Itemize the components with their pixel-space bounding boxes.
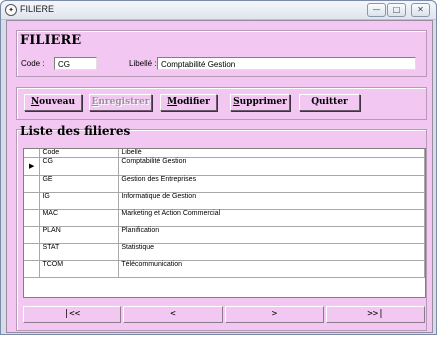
title-bar[interactable]: ✦ FILIERE — □ ✕ [1, 1, 436, 20]
table-header-row: Code Libellé [24, 149, 425, 158]
row-indicator [24, 260, 41, 278]
cell-code[interactable]: CG [39, 157, 120, 176]
quitter-button[interactable]: Quitter [299, 94, 360, 111]
cell-libelle[interactable]: Comptabilité Gestion [118, 157, 425, 176]
table-row[interactable]: IG Informatique de Gestion [24, 192, 425, 210]
cell-libelle[interactable]: Gestion des Entreprises [118, 175, 425, 193]
row-indicator [24, 192, 41, 210]
cell-code[interactable]: IG [39, 192, 120, 210]
filieres-table: Code Libellé ▶ CG Comptabilité Gestion G… [24, 149, 425, 278]
modifier-button[interactable]: Modifier [160, 94, 217, 111]
column-header-code[interactable]: Code [39, 149, 120, 158]
cell-libelle[interactable]: Planification [118, 226, 425, 244]
table-row[interactable]: PLAN Planification [24, 226, 425, 244]
list-heading: Liste des filieres [20, 124, 131, 138]
app-window: ✦ FILIERE — □ ✕ FILIERE Code : CG Libell… [0, 0, 437, 335]
row-indicator [24, 226, 41, 244]
cell-code[interactable]: STAT [39, 243, 120, 261]
minimize-button[interactable]: — [367, 3, 386, 17]
nouveau-button[interactable]: Nouveau [24, 94, 82, 111]
app-icon[interactable]: ✦ [5, 4, 17, 16]
code-field[interactable]: CG [54, 57, 97, 70]
table-row[interactable]: GE Gestion des Entreprises [24, 175, 425, 193]
table-row[interactable]: MAC Marketing et Action Commercial [24, 209, 425, 227]
last-record-button[interactable]: >>| [326, 306, 425, 323]
libelle-field[interactable]: Comptabilité Gestion [157, 57, 416, 70]
supprimer-button[interactable]: Supprimer [230, 94, 290, 111]
next-record-button[interactable]: > [225, 306, 324, 323]
column-header-libelle[interactable]: Libellé [118, 149, 425, 158]
filieres-grid[interactable]: Code Libellé ▶ CG Comptabilité Gestion G… [23, 148, 426, 298]
table-row[interactable]: TCOM Télécommunication [24, 260, 425, 278]
filiere-heading: FILIERE [20, 33, 82, 48]
maximize-button[interactable]: □ [387, 3, 406, 17]
cell-libelle[interactable]: Marketing et Action Commercial [118, 209, 425, 227]
table-row[interactable]: STAT Statistique [24, 243, 425, 261]
close-button[interactable]: ✕ [411, 3, 430, 17]
form-client-area: FILIERE Code : CG Libellé : Comptabilité… [6, 20, 433, 333]
enregistrer-button[interactable]: Enregistrer [89, 94, 152, 111]
cell-libelle[interactable]: Informatique de Gestion [118, 192, 425, 210]
code-label: Code : [21, 59, 45, 68]
cell-code[interactable]: GE [39, 175, 120, 193]
row-indicator [24, 175, 41, 193]
window-title: FILIERE [20, 4, 55, 14]
indicator-header [24, 149, 41, 158]
previous-record-button[interactable]: < [123, 306, 223, 323]
cell-code[interactable]: MAC [39, 209, 120, 227]
first-record-button[interactable]: |<< [23, 306, 121, 323]
cell-code[interactable]: PLAN [39, 226, 120, 244]
row-indicator [24, 243, 41, 261]
libelle-label: Libellé : [129, 59, 157, 68]
row-indicator [24, 209, 41, 227]
cell-libelle[interactable]: Statistique [118, 243, 425, 261]
table-row[interactable]: ▶ CG Comptabilité Gestion [24, 157, 425, 176]
cell-libelle[interactable]: Télécommunication [118, 260, 425, 278]
cell-code[interactable]: TCOM [39, 260, 120, 278]
current-row-indicator: ▶ [24, 157, 41, 176]
